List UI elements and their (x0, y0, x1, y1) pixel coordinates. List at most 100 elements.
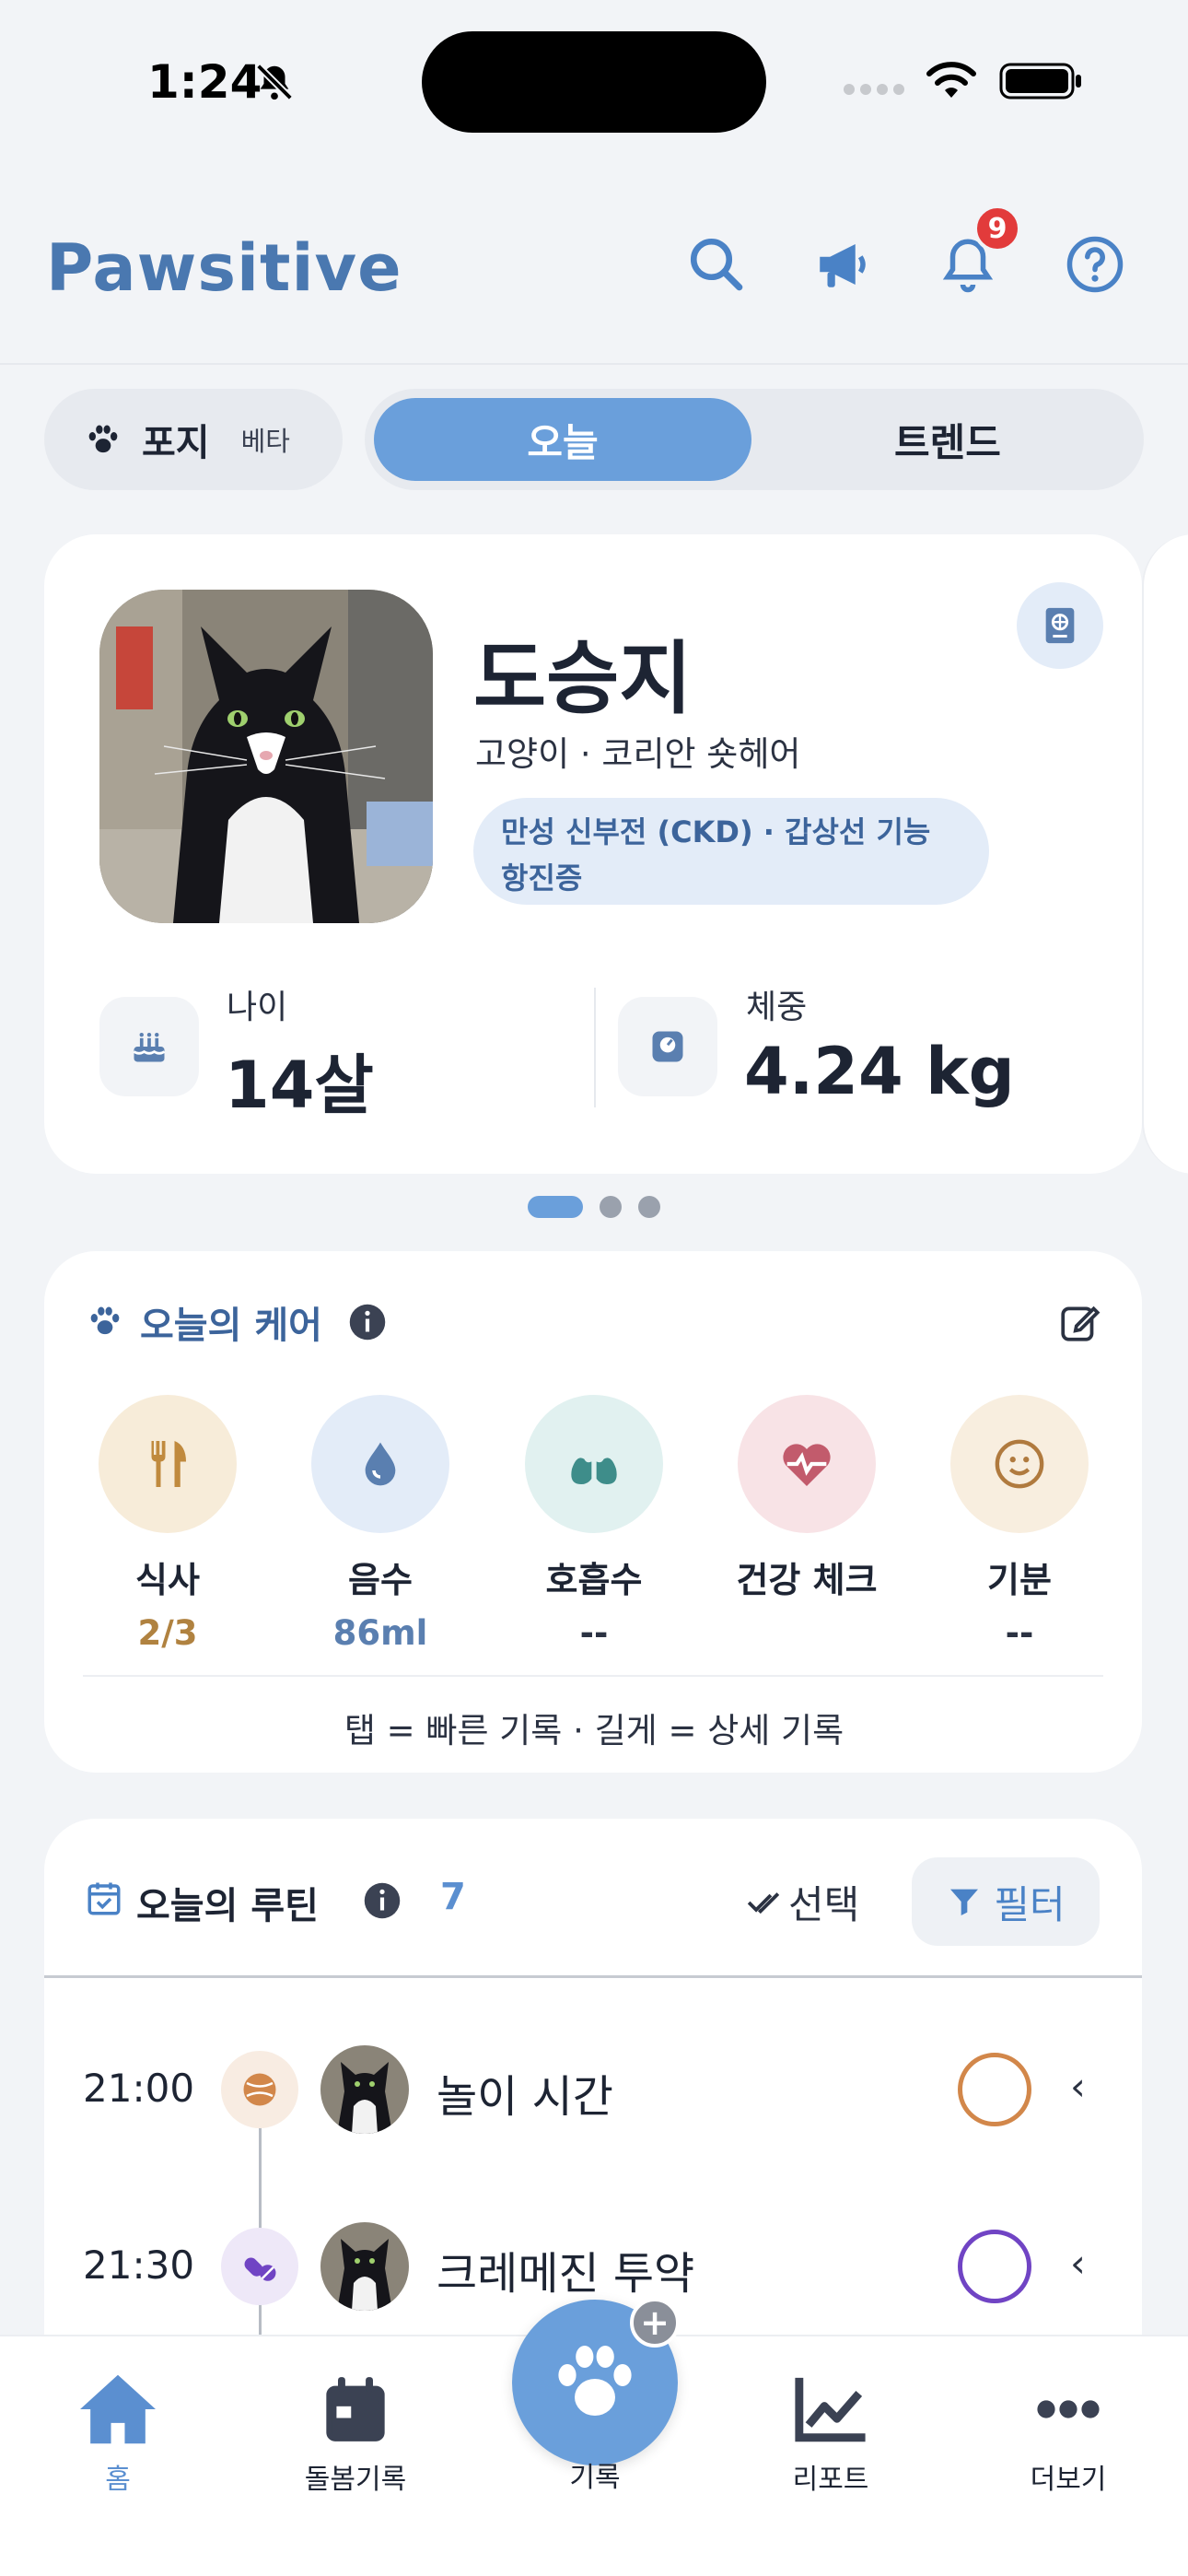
care-label: 음수 (348, 1560, 413, 1600)
nav-care-log[interactable]: 돌봄기록 (263, 2368, 448, 2497)
ball-icon (243, 2073, 276, 2106)
cake-icon (133, 1032, 166, 1062)
more-icon (1037, 2400, 1100, 2418)
pager-dot[interactable] (600, 1196, 622, 1218)
age-label: 나이 (227, 989, 288, 1026)
care-icon-circle (738, 1395, 876, 1533)
calendar-check-icon (87, 1882, 121, 1915)
routine-type-badge (221, 2051, 298, 2128)
conditions-badge: 만성 신부전 (CKD) · 갑상선 기능 항진증 (473, 798, 989, 905)
view-tabs: 오늘 트렌드 (365, 389, 1144, 490)
care-item-mood[interactable]: 기분 -- (927, 1395, 1112, 1656)
passport-button[interactable] (1017, 582, 1103, 669)
header-divider (0, 363, 1188, 365)
heart-pulse-icon (783, 1444, 831, 1486)
next-profile-card-peek[interactable] (1142, 534, 1188, 1174)
help-icon[interactable] (1065, 234, 1125, 295)
search-icon[interactable] (686, 234, 747, 295)
weight-label: 체중 (746, 989, 808, 1026)
nav-report[interactable]: 리포트 (739, 2368, 923, 2497)
water-drop-icon (365, 1442, 396, 1486)
dynamic-island (422, 31, 766, 133)
routine-time: 21:30 (83, 2242, 195, 2288)
routine-divider (44, 1975, 1142, 1978)
care-item-water[interactable]: 음수 86ml (288, 1395, 472, 1656)
care-label: 호흡수 (545, 1560, 643, 1600)
care-icon-circle (950, 1395, 1089, 1533)
paw-icon (90, 1306, 120, 1335)
select-button[interactable]: 선택 (746, 1874, 859, 1930)
care-value (715, 1613, 899, 1656)
pill-icon (244, 2257, 276, 2281)
pet-photo (99, 590, 433, 923)
info-icon[interactable] (363, 1881, 402, 1920)
beta-label: 베타 (240, 426, 290, 457)
pet-selector-name: 포지 (142, 422, 210, 464)
routine-type-badge (221, 2228, 298, 2305)
app-title: Pawsitive (46, 230, 402, 306)
status-time: 1:24 (147, 55, 262, 109)
smile-icon (995, 1439, 1044, 1489)
care-title: 오늘의 케어 (140, 1305, 322, 1347)
chevron-left-icon[interactable]: ‹ (1070, 2064, 1086, 2109)
edit-icon[interactable] (1057, 1299, 1103, 1345)
routine-complete-toggle[interactable] (958, 2053, 1031, 2126)
nav-label: 더보기 (1030, 2464, 1107, 2496)
care-icon-circle (311, 1395, 449, 1533)
fork-knife-icon (151, 1441, 186, 1487)
care-value: 2/3 (137, 1613, 198, 1653)
filter-button[interactable]: 필터 (912, 1857, 1100, 1946)
plus-icon: + (630, 2298, 680, 2348)
info-icon[interactable] (348, 1303, 387, 1341)
tab-trend[interactable]: 트렌드 (761, 398, 1135, 481)
nav-more[interactable]: 더보기 (976, 2368, 1160, 2497)
nav-label: 돌봄기록 (304, 2464, 407, 2496)
nav-home[interactable]: 홈 (26, 2368, 210, 2497)
calendar-icon (326, 2377, 385, 2441)
pet-avatar (320, 2045, 409, 2134)
routine-time: 21:00 (83, 2066, 195, 2111)
battery-icon (999, 63, 1081, 100)
care-divider (83, 1675, 1103, 1677)
routine-name: 크레메진 투약 (437, 2248, 695, 2300)
routine-name: 놀이 시간 (437, 2071, 613, 2123)
routine-count: 7 (440, 1876, 466, 1918)
care-label: 기분 (987, 1560, 1052, 1600)
passport-icon (1045, 607, 1075, 644)
care-icon-circle (525, 1395, 663, 1533)
routine-complete-toggle[interactable] (958, 2230, 1031, 2303)
care-value: -- (579, 1613, 609, 1653)
paw-icon (558, 2346, 632, 2416)
home-icon (80, 2374, 156, 2444)
filter-label: 필터 (994, 1881, 1066, 1927)
care-hint: 탭 = 빠른 기록 · 길게 = 상세 기록 (344, 1711, 844, 1751)
care-icon-circle (99, 1395, 237, 1533)
weight-value: 4.24 kg (744, 1034, 1015, 1109)
care-value: 86ml (332, 1613, 428, 1653)
stat-divider (594, 988, 596, 1107)
pet-name: 도승지 (473, 633, 693, 725)
pager-dot[interactable] (638, 1196, 660, 1218)
age-icon-box (99, 997, 199, 1096)
pager-dot-active[interactable] (528, 1196, 583, 1218)
cellular-signal-icon (844, 84, 904, 95)
double-check-icon (747, 1891, 780, 1914)
megaphone-icon[interactable] (812, 234, 873, 295)
wifi-icon (926, 62, 976, 98)
weight-icon-box (618, 997, 717, 1096)
care-item-meal[interactable]: 식사 2/3 (76, 1395, 260, 1656)
pet-avatar (320, 2222, 409, 2311)
notification-badge: 9 (973, 205, 1021, 252)
care-item-respiration[interactable]: 호흡수 -- (502, 1395, 686, 1656)
care-label: 건강 체크 (736, 1560, 878, 1600)
care-label: 식사 (135, 1560, 200, 1600)
paw-icon (88, 425, 118, 453)
pet-selector[interactable]: 포지 베타 (44, 389, 343, 490)
care-item-health-check[interactable]: 건강 체크 (715, 1395, 899, 1656)
scale-icon (652, 1031, 683, 1062)
tab-today[interactable]: 오늘 (374, 398, 751, 481)
chevron-left-icon[interactable]: ‹ (1070, 2241, 1086, 2286)
nav-label: 리포트 (792, 2464, 869, 2496)
chart-icon (795, 2377, 866, 2442)
nav-label: 홈 (105, 2464, 131, 2496)
